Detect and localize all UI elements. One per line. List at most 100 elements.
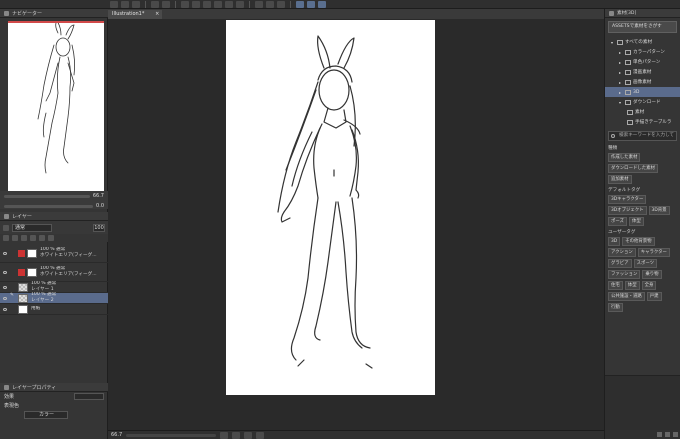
expand-arrow-icon[interactable]: ▸ (619, 60, 623, 65)
zoom-value: 66.7 (92, 193, 104, 199)
reference-layer-icon[interactable] (12, 235, 18, 241)
material-list-area[interactable] (605, 375, 680, 430)
effect-row: 効果 (0, 392, 108, 401)
save-icon[interactable] (132, 0, 140, 8)
new-file-icon[interactable] (110, 0, 118, 8)
redo-icon[interactable] (162, 0, 170, 8)
expression-color-select[interactable]: カラー (24, 410, 68, 419)
expand-arrow-icon[interactable]: ▾ (611, 40, 615, 45)
layer-list: 100 % 通常 ホワイトエリア(フィーグ... 100 % 通常 ホワイトエリ… (0, 242, 108, 315)
clip-lower-icon[interactable] (3, 235, 9, 241)
lock-icon[interactable] (3, 224, 9, 231)
expand-arrow-icon[interactable]: ▸ (619, 70, 623, 75)
tag-chip[interactable]: 作成した素材 (608, 153, 641, 162)
tag-chip[interactable]: 体型 (624, 281, 640, 290)
lock-layer-icon[interactable] (30, 235, 36, 241)
rotate-right-icon[interactable] (244, 431, 253, 439)
snap-grid-icon[interactable] (318, 0, 326, 8)
tag-chip[interactable]: ポーズ (608, 217, 627, 226)
clear-icon[interactable] (181, 0, 189, 8)
layer-property-title: レイヤープロパティ (12, 384, 57, 391)
tree-item-color-pattern[interactable]: ▸ カラーパターン (605, 47, 680, 57)
tag-chip[interactable]: 追加素材 (608, 175, 632, 184)
undo-icon[interactable] (151, 0, 159, 8)
tree-item-mono-pattern[interactable]: ▸ 単色パターン (605, 57, 680, 67)
selection-border-icon[interactable] (225, 0, 233, 8)
color-select-row: カラー (0, 410, 108, 419)
expand-arrow-icon[interactable]: ▾ (619, 100, 623, 105)
document-tab[interactable]: Illustration1* × (108, 10, 163, 19)
rotate-left-icon[interactable] (232, 431, 241, 439)
blend-mode-select[interactable]: 通常 (12, 223, 52, 232)
tag-chip[interactable]: 3Dキャラクター (608, 195, 647, 204)
keyword-search-input[interactable]: 検索キーワードを入力して (608, 131, 677, 141)
invert-selection-icon[interactable] (214, 0, 222, 8)
lock-transparent-icon[interactable] (21, 235, 27, 241)
snap-special-ruler-icon[interactable] (307, 0, 315, 8)
grid-icon[interactable] (277, 0, 285, 8)
fit-view-icon[interactable] (220, 431, 229, 439)
tag-chip[interactable]: ダウンロードした素材 (608, 164, 658, 173)
open-file-icon[interactable] (121, 0, 129, 8)
tag-chip[interactable]: 行動 (608, 303, 623, 312)
thumbnail-view-icon[interactable] (665, 432, 670, 437)
ruler-icon[interactable] (48, 235, 54, 241)
tag-chip[interactable]: キャラクター (637, 248, 670, 257)
tag-chip[interactable]: その他背景物 (622, 237, 655, 246)
paste-icon[interactable] (673, 432, 678, 437)
tag-chip[interactable]: 3Dオブジェクト (608, 206, 647, 215)
tag-chip[interactable]: 乗り物 (642, 270, 662, 279)
tree-item-image[interactable]: ▸ 画像素材 (605, 77, 680, 87)
tree-item-hand-table[interactable]: 手描きテーブルラ (605, 117, 680, 127)
horizontal-scrollbar[interactable] (126, 433, 217, 437)
visibility-eye-icon[interactable] (0, 293, 10, 303)
expand-arrow-icon[interactable]: ▸ (619, 50, 623, 55)
transform-icon[interactable] (192, 0, 200, 8)
expand-arrow-icon[interactable]: ▸ (619, 80, 623, 85)
clip-icon[interactable] (236, 0, 244, 8)
toolbar-divider (175, 0, 176, 8)
opacity-input[interactable]: 100 (93, 223, 105, 232)
tree-item-3d[interactable]: ▸ 3D (605, 87, 680, 97)
expand-arrow-icon[interactable]: ▸ (619, 90, 623, 95)
visibility-eye-icon[interactable] (0, 263, 10, 281)
layer-row[interactable]: 100 % 通常 ホワイトエリア(フィーグ... (0, 263, 108, 282)
assets-icon[interactable] (255, 0, 263, 8)
close-tab-icon[interactable]: × (155, 10, 159, 19)
tree-item-download[interactable]: ▾ ダウンロード (605, 97, 680, 107)
zoom-slider[interactable] (4, 194, 90, 198)
effect-buttons[interactable] (74, 393, 104, 400)
navigator-header: ナビゲーター (0, 9, 108, 18)
rotate-slider[interactable] (4, 204, 94, 208)
flip-icon[interactable] (256, 431, 265, 439)
tag-chip[interactable]: 全身 (641, 281, 657, 290)
tag-chip[interactable]: グラビア (608, 259, 632, 268)
navigator-preview[interactable] (8, 20, 104, 197)
tag-chip[interactable]: 住宅 (608, 281, 623, 290)
visibility-eye-icon[interactable] (0, 304, 10, 314)
visibility-eye-icon[interactable] (0, 244, 10, 262)
settings-icon[interactable] (266, 0, 274, 8)
tree-item-manga[interactable]: ▸ 漫画素材 (605, 67, 680, 77)
tag-chip[interactable]: スポーツ (633, 259, 658, 268)
search-assets-button[interactable]: ASSETSで素材をさがす (608, 21, 677, 33)
tree-item-all[interactable]: ▾ すべての素材 (605, 37, 680, 47)
layer-name: 用紙 (31, 306, 41, 311)
tag-chip[interactable]: アクション (608, 248, 636, 257)
layer-row-selected[interactable]: ✎ 100 % 通常 レイヤー 2 (0, 292, 108, 304)
list-view-icon[interactable] (657, 432, 662, 437)
tag-chip[interactable]: 公共施設・道路 (608, 292, 645, 301)
tag-chip[interactable]: ファッション (608, 270, 641, 279)
tag-chip[interactable]: 戸建 (646, 292, 662, 301)
layer-row[interactable]: 用紙 (0, 304, 108, 315)
tag-chip[interactable]: 3D (608, 237, 621, 246)
tag-chip[interactable]: 3D背景 (648, 206, 670, 215)
visibility-eye-icon[interactable] (0, 282, 10, 292)
snap-ruler-icon[interactable] (296, 0, 304, 8)
tree-item-material[interactable]: 素材 (605, 107, 680, 117)
layer-row[interactable]: 100 % 通常 ホワイトエリア(フィーグ... (0, 244, 108, 263)
canvas-sheet[interactable] (226, 20, 435, 395)
mask-icon[interactable] (39, 235, 45, 241)
tag-chip[interactable]: 体型 (628, 217, 644, 226)
deselect-icon[interactable] (203, 0, 211, 8)
